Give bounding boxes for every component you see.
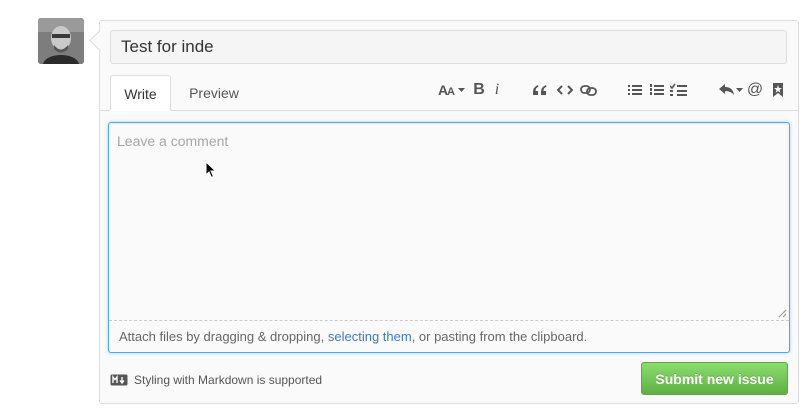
user-photo <box>38 18 84 64</box>
reply-icon[interactable] <box>718 80 744 100</box>
submit-issue-button[interactable]: Submit new issue <box>641 362 788 395</box>
bold-icon[interactable]: B <box>472 80 486 100</box>
task-list-icon[interactable] <box>669 80 687 100</box>
select-files-link[interactable]: selecting them <box>328 329 412 344</box>
attach-prefix: Attach files by dragging & dropping, <box>119 329 328 344</box>
quote-icon[interactable] <box>531 80 549 100</box>
tab-preview[interactable]: Preview <box>178 75 250 111</box>
comment-textarea[interactable] <box>109 123 789 321</box>
mouse-pointer-icon <box>205 161 217 179</box>
italic-icon[interactable]: i <box>491 80 503 100</box>
attach-suffix: , or pasting from the clipboard. <box>411 329 588 344</box>
comment-editor: Attach files by dragging & dropping, sel… <box>108 122 790 353</box>
svg-text:A: A <box>447 86 455 97</box>
resize-grip-icon[interactable] <box>778 309 787 318</box>
mention-icon[interactable]: @ <box>747 80 763 100</box>
saved-reply-icon[interactable] <box>771 80 785 100</box>
code-icon[interactable] <box>556 80 574 100</box>
ordered-list-icon[interactable] <box>649 80 665 100</box>
markdown-icon <box>110 374 128 386</box>
avatar <box>38 18 84 64</box>
issue-title-input[interactable] <box>110 30 787 64</box>
link-icon[interactable] <box>579 80 597 100</box>
tab-write[interactable]: Write <box>110 75 171 111</box>
attach-files-bar[interactable]: Attach files by dragging & dropping, sel… <box>109 320 789 352</box>
unordered-list-icon[interactable] <box>627 80 643 100</box>
markdown-note-label: Styling with Markdown is supported <box>134 373 323 387</box>
text-size-icon[interactable]: A A <box>438 80 466 100</box>
markdown-help[interactable]: Styling with Markdown is supported <box>110 372 322 388</box>
